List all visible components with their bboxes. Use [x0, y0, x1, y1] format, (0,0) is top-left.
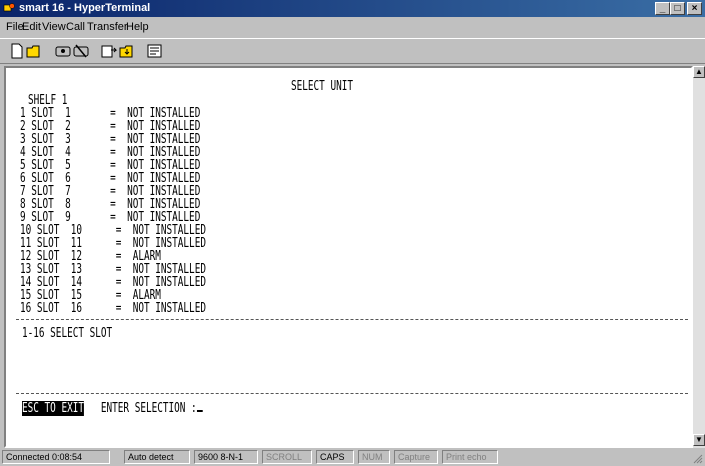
connect-icon[interactable] — [54, 43, 72, 59]
esc-to-exit-label: ESC TO EXIT — [22, 401, 84, 416]
close-button[interactable]: × — [687, 2, 702, 15]
toolbar — [0, 38, 705, 64]
new-icon[interactable] — [8, 43, 26, 59]
scroll-up-icon[interactable]: ▲ — [693, 66, 705, 78]
menu-bar: File Edit View Call Transfer Help — [0, 18, 705, 36]
slot-row: 16 SLOT 16 = NOT INSTALLED — [20, 301, 206, 316]
enter-selection-prompt: ENTER SELECTION : — [100, 401, 197, 416]
window-title: smart 16 - HyperTerminal — [19, 2, 151, 14]
status-capture: Capture — [394, 450, 438, 464]
menu-transfer[interactable]: Transfer — [87, 21, 128, 33]
terminal-screen[interactable]: SELECT UNIT SHELF 1 1 SLOT 1 = NOT INSTA… — [6, 68, 691, 446]
status-connected: Connected 0:08:54 — [2, 450, 110, 464]
status-caps: CAPS — [316, 450, 354, 464]
status-num: NUM — [358, 450, 390, 464]
send-icon[interactable] — [100, 43, 118, 59]
menu-call[interactable]: Call — [66, 21, 85, 33]
separator-top — [16, 319, 688, 320]
text-cursor — [196, 410, 203, 412]
vertical-scrollbar[interactable]: ▲ ▼ — [693, 66, 705, 448]
properties-icon[interactable] — [146, 43, 164, 59]
hint-text: 1-16 SELECT SLOT — [22, 326, 113, 341]
resize-grip-icon[interactable] — [692, 453, 703, 464]
menu-edit[interactable]: Edit — [22, 21, 41, 33]
menu-view[interactable]: View — [42, 21, 66, 33]
menu-help[interactable]: Help — [126, 21, 149, 33]
title-bar[interactable]: smart 16 - HyperTerminal _ □ × — [0, 0, 705, 17]
scroll-down-icon[interactable]: ▼ — [693, 434, 705, 446]
disconnect-icon[interactable] — [72, 43, 90, 59]
status-print-echo: Print echo — [442, 450, 498, 464]
separator-bottom — [16, 393, 688, 394]
status-scroll: SCROLL — [262, 450, 312, 464]
open-icon[interactable] — [26, 43, 44, 59]
maximize-button[interactable]: □ — [670, 2, 685, 15]
status-detect: Auto detect — [124, 450, 190, 464]
status-bar: Connected 0:08:54 Auto detect 9600 8-N-1… — [0, 448, 705, 466]
terminal-header: SELECT UNIT — [291, 79, 353, 94]
receive-icon[interactable] — [118, 43, 136, 59]
status-settings: 9600 8-N-1 — [194, 450, 258, 464]
prompt-line: ESC TO EXIT ENTER SELECTION : — [22, 401, 203, 416]
minimize-button[interactable]: _ — [655, 2, 670, 15]
hyperterminal-app-icon[interactable] — [3, 2, 15, 14]
